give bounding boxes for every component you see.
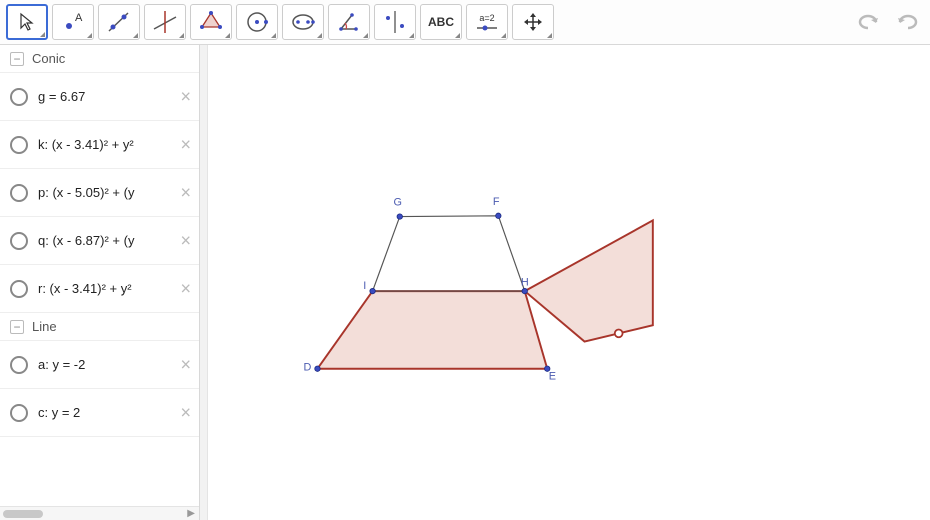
delete-icon[interactable]: × <box>180 182 191 203</box>
point-I[interactable] <box>370 288 375 293</box>
slider-tool[interactable]: a=2 <box>466 4 508 40</box>
visibility-toggle[interactable] <box>10 356 28 374</box>
object-row[interactable]: c: y = 2 × <box>0 389 199 437</box>
object-row[interactable]: k: (x - 3.41)² + y² × <box>0 121 199 169</box>
angle-tool[interactable] <box>328 4 370 40</box>
polygon-right[interactable] <box>525 220 653 341</box>
point-H[interactable] <box>522 288 527 293</box>
visibility-toggle[interactable] <box>10 184 28 202</box>
point-label-E: E <box>549 371 556 383</box>
move-view-tool[interactable] <box>512 4 554 40</box>
point-label-I: I <box>363 280 366 292</box>
object-label: k: (x - 3.41)² + y² <box>38 137 189 152</box>
object-label: q: (x - 6.87)² + (y <box>38 233 189 248</box>
sidebar-hscroll[interactable]: ▶ <box>0 506 199 520</box>
redo-button[interactable] <box>890 7 924 37</box>
visibility-toggle[interactable] <box>10 404 28 422</box>
object-label: c: y = 2 <box>38 405 189 420</box>
object-label: g = 6.67 <box>38 89 189 104</box>
object-row[interactable]: a: y = -2 × <box>0 341 199 389</box>
visibility-toggle[interactable] <box>10 136 28 154</box>
panel-resize-gutter[interactable] <box>200 45 208 520</box>
perpendicular-tool[interactable] <box>144 4 186 40</box>
line-tool[interactable] <box>98 4 140 40</box>
visibility-toggle[interactable] <box>10 232 28 250</box>
collapse-icon[interactable]: − <box>10 52 24 66</box>
section-header[interactable]: −Line <box>0 313 199 341</box>
object-row[interactable]: r: (x - 3.41)² + y² × <box>0 265 199 313</box>
point-D[interactable] <box>315 366 320 371</box>
object-row[interactable]: q: (x - 6.87)² + (y × <box>0 217 199 265</box>
delete-icon[interactable]: × <box>180 354 191 375</box>
point-F[interactable] <box>496 213 501 218</box>
polygon-tool[interactable] <box>190 4 232 40</box>
section-title: Line <box>32 319 57 334</box>
reflect-tool[interactable] <box>374 4 416 40</box>
visibility-toggle[interactable] <box>10 280 28 298</box>
delete-icon[interactable]: × <box>180 230 191 251</box>
algebra-sidebar: −Conic g = 6.67 × k: (x - 3.41)² + y² × … <box>0 45 200 520</box>
point-G[interactable] <box>397 214 402 219</box>
undo-button[interactable] <box>852 7 886 37</box>
delete-icon[interactable]: × <box>180 134 191 155</box>
section-title: Conic <box>32 51 65 66</box>
midpoint-marker[interactable] <box>615 330 623 338</box>
point-label-H: H <box>521 277 529 289</box>
point-label-D: D <box>303 361 311 373</box>
point-label-F: F <box>493 196 500 208</box>
delete-icon[interactable]: × <box>180 402 191 423</box>
polygon-upper[interactable] <box>373 216 525 291</box>
collapse-icon[interactable]: − <box>10 320 24 334</box>
graphics-canvas[interactable]: G F I H D E <box>208 45 930 520</box>
section-header[interactable]: −Conic <box>0 45 199 73</box>
text-tool[interactable]: ABC <box>420 4 462 40</box>
move-tool[interactable] <box>6 4 48 40</box>
object-label: a: y = -2 <box>38 357 189 372</box>
visibility-toggle[interactable] <box>10 88 28 106</box>
ellipse-tool[interactable] <box>282 4 324 40</box>
toolbar: A ABC <box>0 0 930 45</box>
object-row[interactable]: p: (x - 5.05)² + (y × <box>0 169 199 217</box>
object-label: r: (x - 3.41)² + y² <box>38 281 189 296</box>
point-tool[interactable]: A <box>52 4 94 40</box>
polygon-large[interactable] <box>317 291 547 369</box>
svg-text:A: A <box>75 12 83 24</box>
point-label-G: G <box>394 197 402 209</box>
object-label: p: (x - 5.05)² + (y <box>38 185 189 200</box>
delete-icon[interactable]: × <box>180 278 191 299</box>
delete-icon[interactable]: × <box>180 86 191 107</box>
circle-tool[interactable] <box>236 4 278 40</box>
object-row[interactable]: g = 6.67 × <box>0 73 199 121</box>
